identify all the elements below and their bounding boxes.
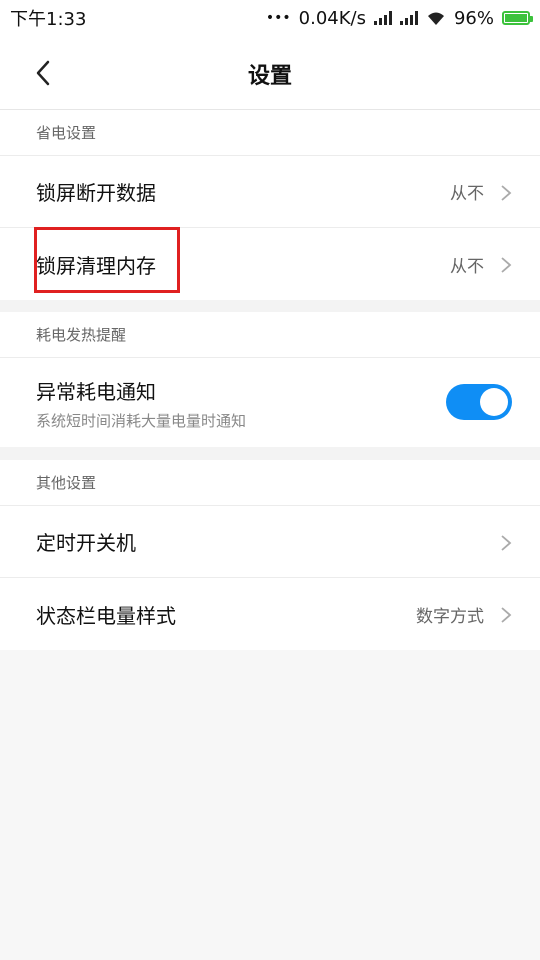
setting-value: 数字方式 <box>416 606 484 627</box>
setting-row-lock-disconnect-data[interactable]: 锁屏断开数据 从不 <box>0 156 540 228</box>
setting-value: 从不 <box>450 184 484 204</box>
notify-toggle[interactable] <box>446 384 512 420</box>
network-speed: 0.04K/s <box>298 7 366 29</box>
setting-value: 从不 <box>450 256 484 277</box>
status-time: 下午1:33 <box>10 9 87 30</box>
signal-icon-2 <box>399 11 418 25</box>
toggle-knob <box>480 388 508 416</box>
setting-row-scheduled-power[interactable]: 定时开关机 <box>0 506 540 578</box>
signal-icon <box>373 11 392 25</box>
status-right: ••• 0.04K/s 96% <box>265 7 533 29</box>
section-other: 其他设置 定时开关机 状态栏电量样式 数字方式 <box>0 460 540 650</box>
chevron-right-icon <box>501 535 512 551</box>
status-bar: 下午1:33 ••• 0.04K/s 96% <box>0 0 540 36</box>
more-dots-icon: ••• <box>265 10 291 26</box>
setting-label: 定时开关机 <box>36 531 136 555</box>
title-bar: 设置 <box>0 36 540 110</box>
setting-label: 锁屏断开数据 <box>36 181 156 205</box>
battery-icon <box>502 11 533 25</box>
chevron-right-icon <box>501 185 512 201</box>
setting-sublabel: 系统短时间消耗大量电量时通知 <box>36 412 247 430</box>
section-header: 其他设置 <box>0 460 540 506</box>
section-header: 耗电发热提醒 <box>0 312 540 358</box>
setting-row-lock-clear-memory[interactable]: 锁屏清理内存 从不 <box>0 228 540 300</box>
section-heat-reminder: 耗电发热提醒 异常耗电通知 系统短时间消耗大量电量时通知 <box>0 312 540 447</box>
page-title: 设置 <box>247 64 292 89</box>
section-gap <box>0 447 540 460</box>
setting-row-battery-style[interactable]: 状态栏电量样式 数字方式 <box>0 578 540 650</box>
section-header: 省电设置 <box>0 110 540 156</box>
section-gap <box>0 300 540 312</box>
setting-row-abnormal-power-notify[interactable]: 异常耗电通知 系统短时间消耗大量电量时通知 <box>0 358 540 447</box>
setting-label: 异常耗电通知 <box>36 380 156 404</box>
chevron-right-icon <box>501 257 512 273</box>
battery-percent: 96% <box>453 7 494 29</box>
setting-label: 锁屏清理内存 <box>36 253 156 278</box>
wifi-icon <box>427 12 444 25</box>
section-power-saving: 省电设置 锁屏断开数据 从不 锁屏清理内存 从不 <box>0 110 540 300</box>
setting-label: 状态栏电量样式 <box>36 603 176 628</box>
chevron-right-icon <box>501 607 512 623</box>
